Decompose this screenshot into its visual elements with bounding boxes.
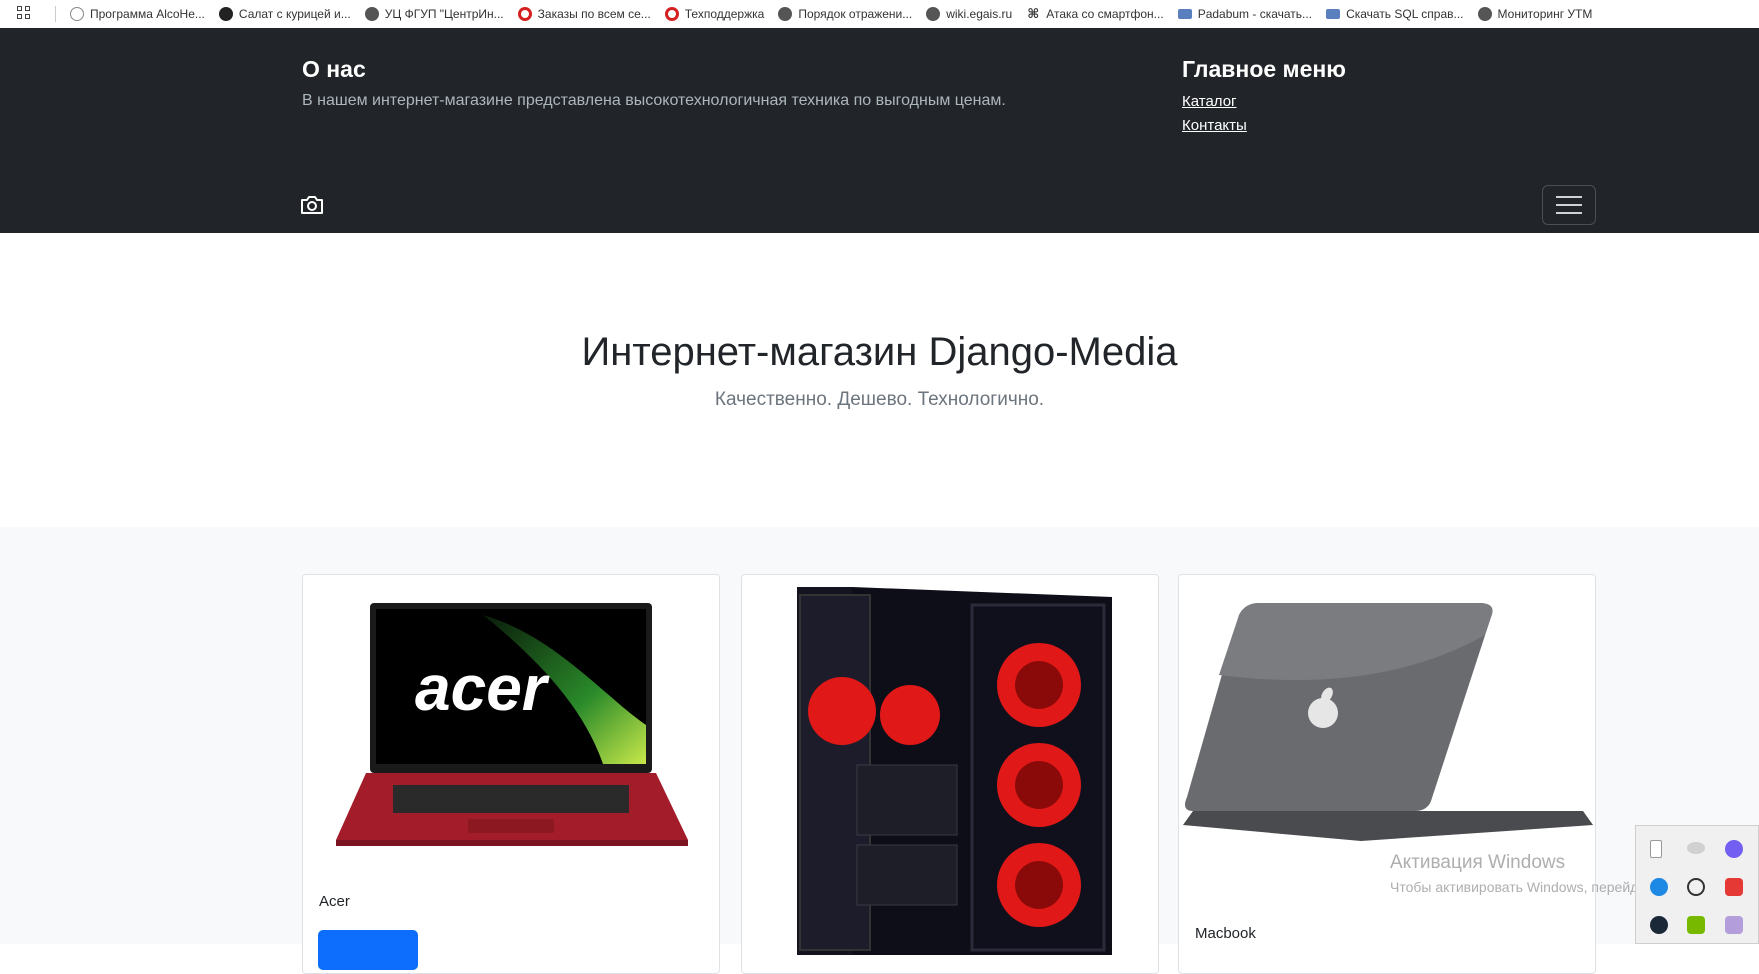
- steam-icon[interactable]: [1650, 916, 1668, 934]
- bookmark-item[interactable]: УЦ ФГУП "ЦентрИн...: [364, 7, 504, 21]
- about-text: В нашем интернет-магазине представлена в…: [302, 92, 1006, 109]
- bookmarks-separator: [55, 6, 56, 22]
- bookmark-item[interactable]: Мониторинг УТМ: [1477, 7, 1592, 21]
- network-error-icon[interactable]: [1687, 842, 1705, 854]
- navbar-toggler-button[interactable]: [1542, 185, 1596, 225]
- macbook-laptop-image: [1183, 603, 1593, 841]
- power-icon[interactable]: [1687, 878, 1705, 896]
- menu-link-catalog[interactable]: Каталог: [1182, 93, 1237, 110]
- usb-drive-icon[interactable]: [1650, 840, 1662, 858]
- product-card: Macbook: [1178, 574, 1596, 974]
- hash-icon: ⌘: [1027, 6, 1040, 21]
- hero-subtitle: Качественно. Дешево. Технологично.: [714, 389, 1045, 410]
- svg-text:acer: acer: [415, 652, 550, 724]
- menu-link-contacts[interactable]: Контакты: [1182, 117, 1247, 134]
- main-menu-heading: Главное меню: [1182, 56, 1346, 82]
- acer-laptop-image: acer: [336, 603, 688, 846]
- hamburger-icon: [1556, 196, 1582, 198]
- plus-circle-icon: [218, 7, 233, 21]
- system-tray-popup: [1635, 825, 1759, 944]
- product-title: Macbook: [1195, 925, 1256, 942]
- globe-icon: [926, 7, 941, 21]
- bookmark-item[interactable]: Салат с курицей и...: [218, 7, 351, 21]
- bookmark-item[interactable]: Порядок отражени...: [778, 7, 912, 21]
- globe-icon: [364, 7, 379, 21]
- globe-icon: [778, 7, 793, 21]
- update-icon[interactable]: [1650, 878, 1668, 896]
- ring-icon: [517, 7, 532, 21]
- bookmark-item[interactable]: Программа AlcoHe...: [70, 7, 205, 21]
- bookmark-item[interactable]: Заказы по всем се...: [517, 7, 651, 21]
- book-icon: [1326, 9, 1341, 19]
- apps-grid-icon[interactable]: [17, 6, 33, 22]
- nvidia-icon[interactable]: [1687, 916, 1705, 934]
- gaming-pc-case-image: [797, 587, 1112, 955]
- bookmark-item[interactable]: Техподдержка: [664, 7, 764, 21]
- ring-icon: [664, 7, 679, 21]
- bookmark-item[interactable]: Padabum - скачать...: [1177, 7, 1312, 21]
- hero-title: Интернет-магазин Django-Media: [581, 330, 1178, 374]
- book-icon: [1177, 9, 1192, 19]
- bookmark-item[interactable]: ⌘ Атака со смартфон...: [1026, 6, 1163, 22]
- bookmarks-bar: Программа AlcoHe... Салат с курицей и...…: [0, 0, 1759, 29]
- product-title: Acer: [319, 893, 350, 910]
- view-button[interactable]: [318, 930, 418, 970]
- activation-watermark-title: Активация Windows: [1390, 852, 1566, 873]
- product-card: [741, 574, 1159, 974]
- viber-icon[interactable]: [1725, 840, 1743, 858]
- camera-icon[interactable]: [300, 195, 324, 215]
- bookmark-item[interactable]: wiki.egais.ru: [926, 7, 1012, 21]
- cloud-icon: [70, 7, 84, 21]
- pen-icon[interactable]: [1725, 916, 1743, 934]
- site-header: О нас В нашем интернет-магазине представ…: [0, 28, 1759, 233]
- globe-icon: [1477, 7, 1492, 21]
- media-icon[interactable]: [1725, 878, 1743, 896]
- bookmark-item[interactable]: Скачать SQL справ...: [1326, 7, 1464, 21]
- product-card: acer Acer: [302, 574, 720, 974]
- about-heading: О нас: [302, 56, 366, 82]
